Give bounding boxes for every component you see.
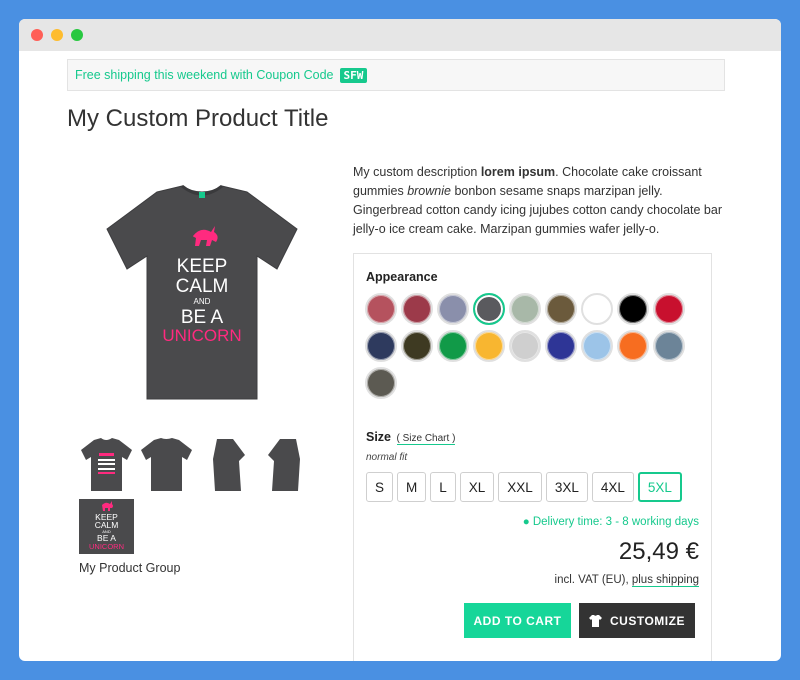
- vat-note: incl. VAT (EU), plus shipping: [554, 574, 699, 587]
- appearance-label: Appearance: [366, 270, 438, 284]
- color-swatch[interactable]: [581, 330, 613, 362]
- window-titlebar: [19, 19, 781, 51]
- shirt-print-line-1: KEEP: [177, 256, 228, 277]
- fit-note: normal fit: [366, 452, 408, 463]
- size-options: S M L XL XXL 3XL 4XL 5XL: [366, 472, 686, 502]
- thumbnail-right-side[interactable]: [259, 437, 314, 492]
- color-swatch[interactable]: [653, 293, 685, 325]
- customize-label: CUSTOMIZE: [610, 613, 685, 628]
- description-italic: brownie: [407, 184, 451, 198]
- color-swatch[interactable]: [509, 293, 541, 325]
- browser-window: Free shipping this weekend with Coupon C…: [19, 19, 781, 661]
- color-swatch[interactable]: [509, 330, 541, 362]
- delivery-time: ● Delivery time: 3 - 8 working days: [522, 516, 699, 528]
- size-option-5xl[interactable]: 5XL: [637, 472, 682, 502]
- shirt-print-line-5: UNICORN: [162, 326, 241, 345]
- promo-banner: Free shipping this weekend with Coupon C…: [67, 59, 725, 91]
- size-option-m[interactable]: M: [397, 472, 427, 502]
- color-swatch[interactable]: [545, 330, 577, 362]
- price: 25,49 €: [618, 538, 699, 565]
- color-swatch[interactable]: [365, 367, 397, 399]
- size-option-4xl[interactable]: 4XL: [591, 472, 634, 502]
- thumbnail-left-side[interactable]: [199, 437, 254, 492]
- shipping-link[interactable]: plus shipping: [631, 574, 699, 587]
- color-swatch[interactable]: [401, 330, 433, 362]
- product-group-label: My Product Group: [79, 561, 181, 575]
- color-swatch[interactable]: [473, 293, 505, 325]
- customize-button[interactable]: CUSTOMIZE: [579, 603, 695, 638]
- product-page: Free shipping this weekend with Coupon C…: [67, 59, 725, 661]
- color-swatch[interactable]: [401, 293, 433, 325]
- shirt-print-line-3: AND: [194, 297, 211, 306]
- size-chart-link[interactable]: ( Size Chart ): [396, 433, 456, 445]
- vat-text: incl. VAT (EU),: [554, 574, 632, 586]
- tshirt-icon: [589, 614, 603, 627]
- size-label: Size ( Size Chart ): [366, 430, 456, 445]
- description-bold: lorem ipsum: [480, 165, 556, 179]
- design-thumb-line-5: UNICORN: [89, 542, 124, 551]
- minimize-window-button[interactable]: [51, 29, 63, 41]
- color-swatch[interactable]: [617, 293, 649, 325]
- size-option-s[interactable]: S: [366, 472, 394, 502]
- color-swatch[interactable]: [617, 330, 649, 362]
- thumbnail-back[interactable]: [139, 437, 194, 492]
- add-to-cart-button[interactable]: ADD TO CART: [464, 603, 571, 638]
- configurator-panel: Appearance Size ( Size Chart ) normal fi…: [353, 253, 712, 661]
- shirt-print-line-4: BE A: [181, 307, 224, 328]
- color-swatch[interactable]: [437, 330, 469, 362]
- size-option-xl[interactable]: XL: [459, 472, 495, 502]
- size-option-l[interactable]: L: [430, 472, 456, 502]
- color-swatch[interactable]: [581, 293, 613, 325]
- page-title: My Custom Product Title: [67, 105, 329, 132]
- product-description: My custom description lorem ipsum. Choco…: [353, 163, 725, 239]
- size-option-3xl[interactable]: 3XL: [545, 472, 588, 502]
- description-intro: My custom description: [353, 165, 481, 179]
- main-product-image[interactable]: KEEP CALM AND BE A UNICORN: [97, 184, 307, 404]
- size-option-xxl[interactable]: XXL: [498, 472, 542, 502]
- color-swatch[interactable]: [653, 330, 685, 362]
- color-swatch[interactable]: [437, 293, 469, 325]
- color-swatch[interactable]: [473, 330, 505, 362]
- maximize-window-button[interactable]: [71, 29, 83, 41]
- color-swatch[interactable]: [545, 293, 577, 325]
- coupon-code: SFW: [339, 67, 368, 83]
- color-swatch[interactable]: [365, 330, 397, 362]
- thumbnail-design[interactable]: KEEP CALM AND BE A UNICORN: [79, 499, 134, 554]
- color-swatch[interactable]: [365, 293, 397, 325]
- shirt-print-line-2: CALM: [176, 276, 229, 297]
- close-window-button[interactable]: [31, 29, 43, 41]
- thumbnail-front[interactable]: [79, 437, 134, 492]
- size-label-text: Size: [366, 430, 392, 444]
- color-swatch-list: [365, 293, 695, 404]
- promo-text: Free shipping this weekend with Coupon C…: [75, 68, 334, 82]
